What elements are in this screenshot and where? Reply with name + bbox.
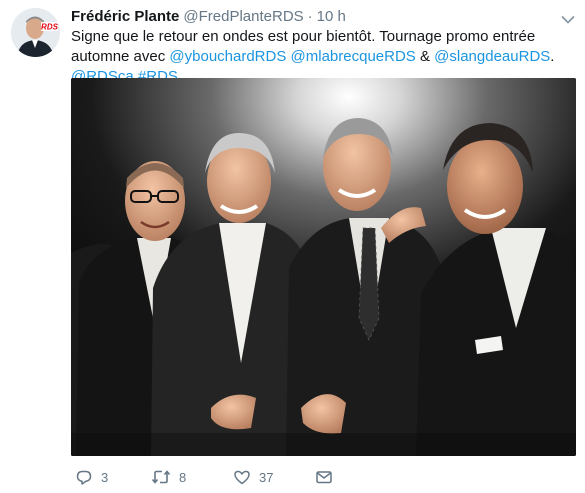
mention-slangdeau[interactable]: @slangdeauRDS [434,48,550,65]
mention-mlabrecque[interactable]: @mlabrecqueRDS [291,48,416,65]
mention-ybouchard[interactable]: @ybouchardRDS [169,48,286,65]
rds-logo: RDS [41,23,59,32]
chevron-down-icon[interactable] [561,12,575,24]
tweet-photo[interactable] [71,78,576,456]
separator: · [307,8,313,25]
reply-count: 3 [101,469,109,485]
author-name[interactable]: Frédéric Plante [71,8,179,25]
tweet-header: Frédéric Plante @FredPlanteRDS · 10 h [71,7,346,27]
envelope-icon [315,468,333,486]
direct-message-button[interactable] [315,467,333,487]
reply-button[interactable]: 3 [75,467,108,487]
like-count: 37 [259,469,274,485]
avatar[interactable]: RDS [11,8,60,57]
group-photo [71,78,576,456]
tweet: RDS Frédéric Plante @FredPlanteRDS · 10 h S… [0,0,585,493]
like-button[interactable]: 37 [233,467,273,487]
author-handle[interactable]: @FredPlanteRDS [183,8,303,25]
retweet-icon [151,468,171,486]
text-amp: & [415,48,435,65]
timestamp[interactable]: 10 h [317,8,346,25]
heart-icon [233,468,251,486]
reply-icon [75,468,93,486]
retweet-count: 8 [179,469,187,485]
retweet-button[interactable]: 8 [151,467,186,487]
avatar-image: RDS [11,8,60,57]
text-period: . [550,48,555,65]
